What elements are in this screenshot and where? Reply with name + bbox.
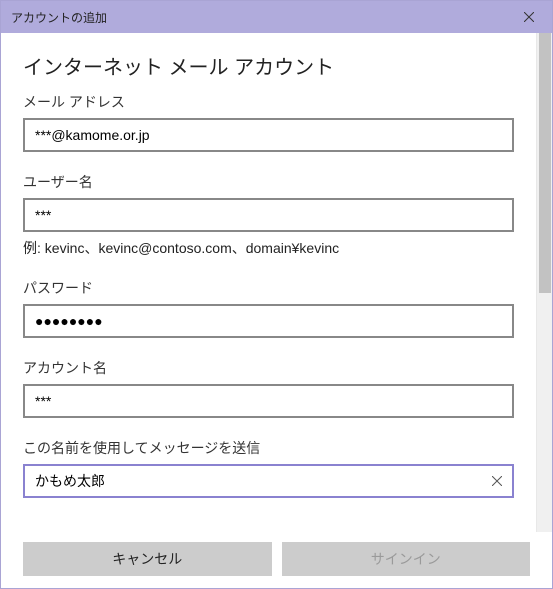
scrollbar-thumb[interactable] bbox=[539, 33, 551, 293]
username-label: ユーザー名 bbox=[23, 172, 514, 192]
account-name-input[interactable] bbox=[23, 384, 514, 418]
username-input[interactable] bbox=[23, 198, 514, 232]
email-input[interactable] bbox=[23, 118, 514, 152]
display-name-input[interactable] bbox=[23, 464, 514, 498]
display-name-label: この名前を使用してメッセージを送信 bbox=[23, 438, 514, 458]
email-field-group: メール アドレス bbox=[23, 92, 514, 152]
scrollbar[interactable] bbox=[536, 33, 552, 532]
account-name-label: アカウント名 bbox=[23, 358, 514, 378]
password-label: パスワード bbox=[23, 278, 514, 298]
display-name-field-group: この名前を使用してメッセージを送信 bbox=[23, 438, 514, 498]
titlebar: アカウントの追加 bbox=[1, 1, 552, 33]
signin-button[interactable]: サインイン bbox=[282, 542, 531, 576]
account-name-field-group: アカウント名 bbox=[23, 358, 514, 418]
cancel-button[interactable]: キャンセル bbox=[23, 542, 272, 576]
username-hint: 例: kevinc、kevinc@contoso.com、domain¥kevi… bbox=[23, 238, 514, 258]
window-title: アカウントの追加 bbox=[11, 9, 107, 26]
close-button[interactable] bbox=[506, 1, 552, 33]
page-title: インターネット メール アカウント bbox=[23, 51, 514, 80]
username-field-group: ユーザー名 例: kevinc、kevinc@contoso.com、domai… bbox=[23, 172, 514, 258]
clear-icon bbox=[492, 476, 502, 486]
password-field-group: パスワード bbox=[23, 278, 514, 338]
close-icon bbox=[524, 12, 534, 22]
dialog-content: インターネット メール アカウント メール アドレス ユーザー名 例: kevi… bbox=[1, 33, 536, 532]
email-label: メール アドレス bbox=[23, 92, 514, 112]
password-input[interactable] bbox=[23, 304, 514, 338]
clear-button[interactable] bbox=[488, 472, 506, 490]
dialog-footer: キャンセル サインイン bbox=[1, 532, 552, 588]
